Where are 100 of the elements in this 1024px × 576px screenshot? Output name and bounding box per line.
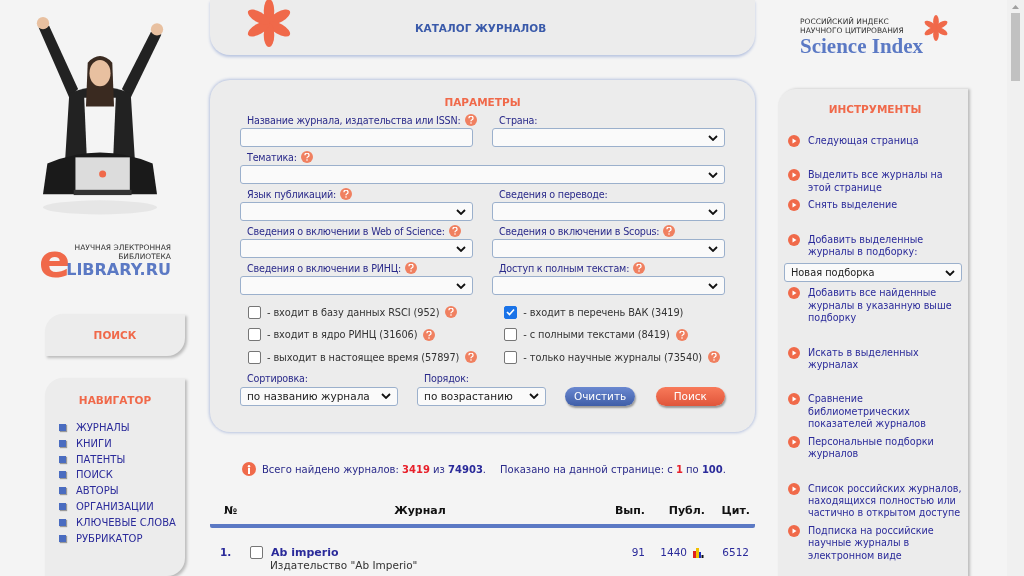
- asterisk-icon: [923, 15, 950, 41]
- help-icon[interactable]: [465, 351, 478, 364]
- shown-range: Показано на данной странице: с 1 по 100.: [500, 463, 726, 475]
- play-icon: [788, 393, 800, 406]
- nav-link[interactable]: ЖУРНАЛЫ: [59, 419, 185, 436]
- checkbox-label: - с полными текстами (8419): [523, 329, 670, 341]
- play-icon: [788, 169, 800, 182]
- checkbox-label: - входит в перечень ВАК (3419): [523, 306, 684, 318]
- checkbox[interactable]: [248, 328, 261, 342]
- dropdown[interactable]: [492, 276, 725, 295]
- tool-link[interactable]: Сравнение библиометрических показателей журналов: [788, 393, 962, 431]
- help-icon[interactable]: [675, 328, 688, 341]
- help-icon[interactable]: [464, 114, 477, 126]
- field-label: Сведения о включении в Scopus:: [499, 225, 660, 237]
- collection-dropdown[interactable]: Новая подборка: [784, 263, 962, 283]
- nav-link[interactable]: КЛЮЧЕВЫЕ СЛОВА: [59, 514, 185, 531]
- tool-link[interactable]: Подписка на российские научные журналы в электронном виде: [788, 524, 962, 562]
- asterisk-icon: [245, 0, 293, 47]
- chevron-down-icon: [456, 208, 466, 215]
- tool-link[interactable]: Персональные подборки журналов: [788, 435, 962, 461]
- nav-link[interactable]: ОРГАНИЗАЦИИ: [59, 498, 185, 515]
- column-header: №: [223, 503, 239, 517]
- tool-link[interactable]: Список российских журналов, находящихся полностью или частично в открытом доступе: [788, 482, 962, 520]
- chevron-down-icon: [708, 171, 718, 178]
- found-count: Всего найдено журналов: 3419 из 74903.: [262, 463, 487, 475]
- column-header: Вып.: [613, 503, 645, 517]
- nav-link[interactable]: КНИГИ: [59, 435, 185, 452]
- field-label: Сведения о переводе:: [499, 188, 608, 200]
- tool-link[interactable]: Следующая страница: [788, 135, 962, 148]
- help-icon[interactable]: [405, 262, 418, 274]
- field-label: Страна:: [499, 114, 538, 126]
- dropdown[interactable]: [492, 128, 725, 147]
- play-icon: [788, 287, 800, 300]
- dropdown[interactable]: [240, 239, 473, 258]
- info-icon: [242, 462, 256, 476]
- text-input[interactable]: [240, 128, 473, 147]
- dropdown[interactable]: [240, 202, 473, 221]
- help-icon[interactable]: [445, 306, 458, 319]
- page-title: КАТАЛОГ ЖУРНАЛОВ: [415, 21, 547, 34]
- field-label: Сведения о включении в РИНЦ:: [247, 262, 402, 274]
- panel-title: ИНСТРУМЕНТЫ: [828, 103, 922, 115]
- field-label: Сведения о включении в Web of Science:: [247, 225, 445, 237]
- help-icon[interactable]: [448, 225, 461, 237]
- field-label: Язык публикаций:: [247, 188, 337, 200]
- help-icon[interactable]: [633, 262, 646, 274]
- dropdown[interactable]: [240, 165, 725, 184]
- sort-dropdown[interactable]: по названию журнала: [240, 386, 399, 406]
- tool-link[interactable]: Выделить все журналы на этой странице: [788, 169, 962, 195]
- chevron-down-icon: [708, 245, 718, 252]
- bar-chart-icon[interactable]: [693, 548, 704, 558]
- chevron-down-icon: [381, 393, 392, 399]
- navigator-title: НАВИГАТОР: [78, 393, 152, 406]
- checkbox[interactable]: [250, 546, 263, 559]
- column-header: Журнал: [393, 503, 447, 517]
- journal-title[interactable]: Ab imperio: [271, 546, 339, 559]
- nav-link[interactable]: ПОИСК: [59, 467, 185, 483]
- tool-link[interactable]: Добавить выделенные журналы в подборку:: [788, 233, 962, 259]
- checkbox-label: - входит в ядро РИНЦ (31606): [267, 329, 418, 341]
- field-label: Порядок:: [424, 373, 469, 384]
- dropdown[interactable]: [492, 239, 725, 258]
- help-icon[interactable]: [423, 328, 436, 341]
- checkbox[interactable]: [504, 305, 518, 319]
- field-label: Тематика:: [247, 151, 297, 163]
- field-label: Название журнала, издательства или ISSN:: [247, 114, 461, 126]
- field-label: Сортировка:: [247, 373, 308, 384]
- tool-link[interactable]: Снять выделение: [788, 199, 962, 212]
- scroll-thumb[interactable]: [1011, 13, 1020, 81]
- help-icon[interactable]: [708, 351, 720, 364]
- play-icon: [788, 199, 800, 212]
- checkbox[interactable]: [504, 350, 518, 364]
- nav-link[interactable]: АВТОРЫ: [59, 482, 185, 499]
- clear-button[interactable]: Очистить: [565, 386, 635, 406]
- column-header: Публ.: [667, 503, 705, 517]
- dropdown[interactable]: [492, 202, 725, 221]
- play-icon: [788, 435, 800, 448]
- chevron-down-icon: [456, 245, 466, 252]
- checkbox[interactable]: [504, 328, 518, 342]
- checkbox[interactable]: [248, 350, 261, 364]
- play-icon: [788, 524, 800, 537]
- play-icon: [788, 346, 800, 359]
- row-number: 1.: [219, 546, 233, 560]
- checkbox[interactable]: [248, 305, 261, 319]
- column-header: Цит.: [720, 503, 750, 517]
- nav-link[interactable]: РУБРИКАТОР: [59, 530, 185, 546]
- tool-link[interactable]: Искать в выделенных журналах: [788, 346, 962, 372]
- play-icon: [788, 135, 800, 147]
- nav-link[interactable]: ПАТЕНТЫ: [59, 451, 185, 467]
- field-label: Доступ к полным текстам:: [499, 262, 630, 274]
- scroll-up-icon[interactable]: [1012, 5, 1019, 9]
- dropdown[interactable]: [240, 276, 473, 295]
- help-icon[interactable]: [300, 151, 313, 163]
- chevron-down-icon: [945, 269, 955, 276]
- help-icon[interactable]: [340, 188, 353, 200]
- checkbox-label: - выходит в настоящее время (57897): [267, 351, 460, 363]
- tool-link[interactable]: Добавить все найденные журналы в указанную выше подборку: [788, 287, 962, 325]
- scrollbar[interactable]: [1007, 0, 1024, 576]
- order-dropdown[interactable]: по возрастанию: [417, 386, 547, 406]
- chevron-down-icon: [708, 134, 718, 141]
- help-icon[interactable]: [663, 225, 676, 237]
- publications-count: 1440: [659, 546, 687, 560]
